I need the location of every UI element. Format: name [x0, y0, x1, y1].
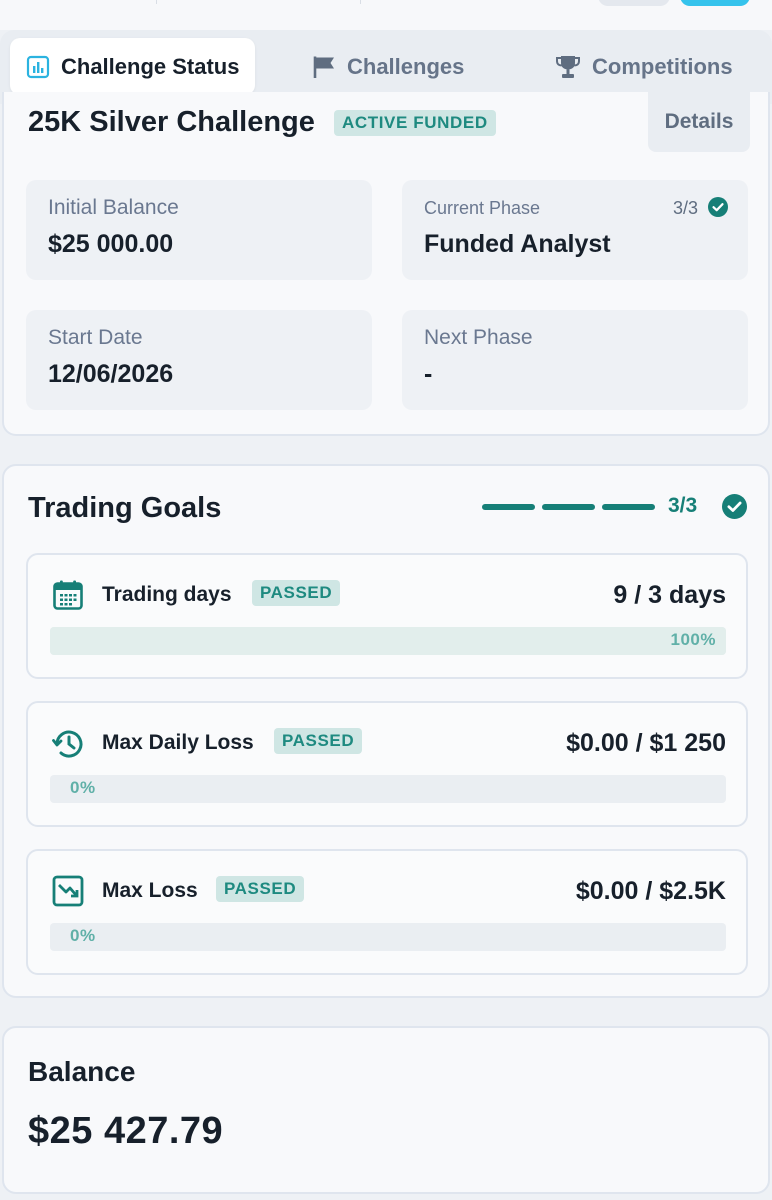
goal-max-daily-loss: Max Daily Loss PASSED $0.00 / $1 250 0% — [26, 701, 748, 827]
flag-icon — [312, 55, 336, 79]
trophy-icon — [555, 54, 581, 80]
details-button[interactable]: Details — [648, 92, 750, 152]
tab-competitions[interactable]: Competitions — [555, 38, 733, 95]
goal-progress-fill — [50, 627, 726, 655]
header-primary-button[interactable] — [680, 0, 750, 6]
tab-label: Challenge Status — [61, 53, 240, 79]
tab-label: Competitions — [592, 53, 733, 79]
status-badge: ACTIVE FUNDED — [334, 110, 496, 136]
phase-count: 3/3 — [672, 198, 698, 218]
start-date-box: Start Date 12/06/2026 — [26, 310, 372, 410]
clock-history-icon — [52, 727, 86, 766]
goal-value: 9 / 3 days — [613, 581, 726, 609]
initial-balance-box: Initial Balance $25 000.00 — [26, 180, 372, 280]
trading-goals-card: Trading Goals 3/3 Trading days PASSED 9 … — [2, 464, 770, 998]
balance-label: Balance — [28, 1056, 136, 1087]
current-phase-box: Current Phase 3/3 Funded Analyst — [402, 180, 748, 280]
header-divider — [156, 0, 157, 4]
goal-progress-label: 100% — [670, 630, 716, 649]
start-date-label: Start Date — [48, 326, 143, 349]
goals-count: 3/3 — [668, 494, 698, 517]
trend-down-icon — [52, 875, 84, 912]
goal-progress-bar: 0% — [50, 923, 726, 951]
next-phase-box: Next Phase - — [402, 310, 748, 410]
goal-progress-bar: 0% — [50, 775, 726, 803]
goal-progress-segment — [482, 504, 535, 510]
goal-name: Max Loss — [102, 879, 198, 902]
check-circle-icon — [708, 197, 728, 222]
goal-progress-segment — [602, 504, 655, 510]
tab-label: Challenges — [347, 53, 465, 79]
goal-value: $0.00 / $2.5K — [575, 877, 726, 905]
next-phase-label: Next Phase — [424, 326, 533, 349]
trading-goals-title: Trading Goals — [28, 492, 222, 524]
goal-progress-bar: 100% — [50, 627, 726, 655]
goal-name: Trading days — [102, 583, 232, 606]
current-phase-label: Current Phase — [424, 198, 541, 218]
next-phase-value: - — [424, 360, 433, 388]
current-phase-value: Funded Analyst — [424, 230, 611, 258]
passed-badge: PASSED — [252, 580, 341, 606]
passed-badge: PASSED — [216, 876, 305, 902]
challenge-card: 25K Silver Challenge ACTIVE FUNDED Detai… — [2, 92, 770, 436]
initial-balance-label: Initial Balance — [48, 196, 179, 219]
balance-card: Balance $25 427.79 — [2, 1026, 770, 1194]
goal-max-loss: Max Loss PASSED $0.00 / $2.5K 0% — [26, 849, 748, 975]
passed-badge: PASSED — [274, 728, 363, 754]
balance-value: $25 427.79 — [28, 1110, 224, 1152]
initial-balance-value: $25 000.00 — [48, 230, 174, 258]
goal-progress-segment — [542, 504, 595, 510]
challenge-title: 25K Silver Challenge — [28, 106, 315, 138]
tab-challenge-status[interactable]: Challenge Status — [10, 38, 256, 95]
bar-chart-icon — [26, 55, 50, 79]
tab-challenges[interactable]: Challenges — [312, 38, 464, 95]
check-circle-icon — [722, 494, 747, 524]
calendar-icon — [52, 579, 84, 616]
goal-progress-label: 0% — [70, 926, 96, 945]
goal-progress-label: 0% — [70, 778, 96, 797]
goal-value: $0.00 / $1 250 — [566, 729, 726, 757]
goal-trading-days: Trading days PASSED 9 / 3 days 100% — [26, 553, 748, 679]
goal-name: Max Daily Loss — [102, 731, 254, 754]
top-header — [0, 0, 772, 30]
header-divider — [360, 0, 361, 4]
start-date-value: 12/06/2026 — [48, 360, 174, 388]
header-secondary-button[interactable] — [598, 0, 670, 6]
